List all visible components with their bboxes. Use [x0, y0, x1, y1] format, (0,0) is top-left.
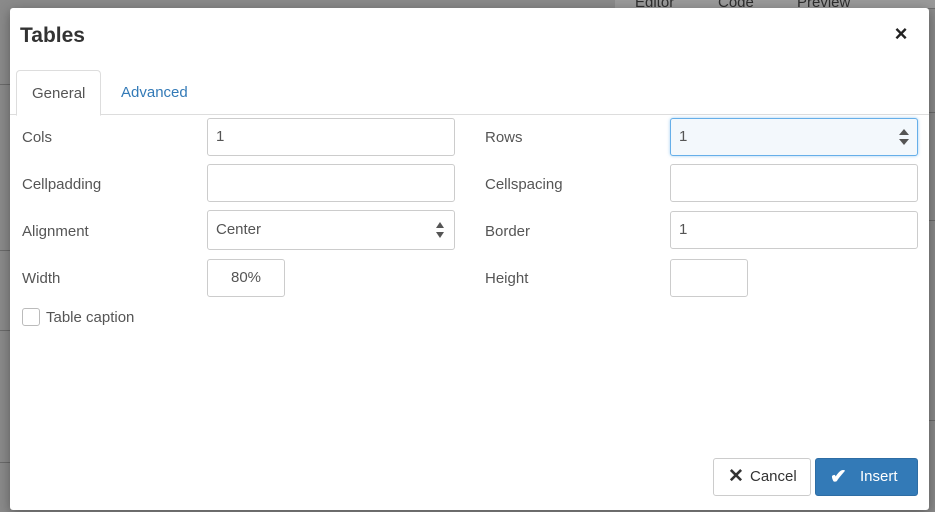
- border-input[interactable]: 1: [670, 211, 918, 249]
- rows-label: Rows: [485, 129, 523, 146]
- tab-general[interactable]: General: [16, 70, 102, 116]
- cols-input[interactable]: 1: [207, 118, 455, 156]
- select-arrows-icon: [436, 222, 444, 238]
- width-label: Width: [22, 270, 61, 287]
- cellpadding-label: Cellpadding: [22, 176, 102, 193]
- tab-advanced[interactable]: Advanced: [106, 70, 203, 113]
- border-label: Border: [485, 223, 531, 240]
- table-caption-checkbox[interactable]: [22, 308, 40, 326]
- height-label: Height: [485, 270, 529, 287]
- background-divider: [0, 84, 10, 85]
- close-button[interactable]: ×: [891, 21, 911, 46]
- cancel-button[interactable]: ✕ Cancel: [713, 458, 811, 496]
- dialog-title: Tables: [20, 24, 85, 47]
- background-divider: [0, 330, 10, 331]
- width-input[interactable]: 80%: [207, 259, 285, 297]
- cols-value: 1: [216, 128, 225, 145]
- cancel-label: Cancel: [750, 468, 797, 485]
- rows-value: 1: [679, 128, 688, 145]
- alignment-value: Center: [216, 221, 262, 238]
- background-divider: [0, 250, 10, 251]
- background-divider: [0, 462, 10, 463]
- rows-input[interactable]: 1: [670, 118, 918, 156]
- width-value: 80%: [230, 269, 262, 286]
- alignment-select[interactable]: Center: [207, 210, 455, 250]
- check-icon: ✔: [830, 466, 847, 488]
- alignment-label: Alignment: [22, 223, 89, 240]
- cellpadding-input[interactable]: [207, 164, 455, 202]
- rows-spinner[interactable]: [899, 128, 909, 146]
- cellspacing-label: Cellspacing: [485, 176, 563, 193]
- close-icon: ✕: [728, 466, 744, 487]
- tables-dialog: Tables × General Advanced Cols 1 Rows 1 …: [10, 8, 929, 510]
- table-caption-label[interactable]: Table caption: [46, 309, 134, 326]
- close-icon: ×: [894, 21, 908, 46]
- insert-button[interactable]: ✔ Insert: [815, 458, 918, 496]
- insert-label: Insert: [860, 468, 898, 485]
- dialog-tabbar: General Advanced: [10, 70, 929, 116]
- height-input[interactable]: [670, 259, 748, 297]
- cols-label: Cols: [22, 129, 53, 146]
- cellspacing-input[interactable]: [670, 164, 918, 202]
- border-value: 1: [679, 221, 688, 238]
